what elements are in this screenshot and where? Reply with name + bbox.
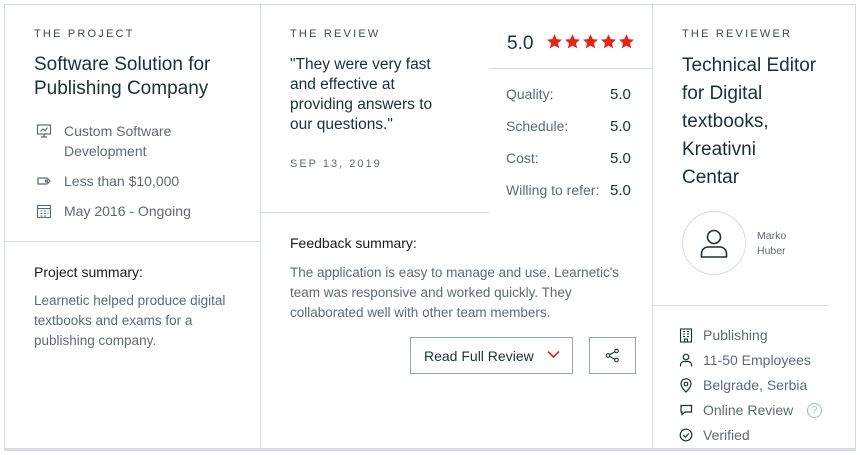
calendar-icon (36, 204, 52, 219)
company-size-text: 11-50 Employees (703, 352, 811, 368)
reviewer-title-line: Technical Editor (682, 55, 817, 76)
summary-line: publishing company. (34, 333, 157, 348)
review-date: SEP 13, 2019 (290, 158, 382, 170)
share-icon (605, 348, 619, 363)
review-type-text: Online Review (703, 402, 794, 418)
quote-line: providing answers to (290, 96, 433, 113)
project-summary-label: Project summary: (34, 264, 143, 280)
industry-text: Publishing (703, 327, 768, 343)
review-card: THE PROJECT Software Solution for Publis… (4, 4, 856, 451)
reviewer-first-name: Marko (757, 230, 787, 242)
rating-label: Willing to refer: (506, 182, 600, 198)
price-tag-icon (37, 177, 51, 185)
quote-line: our questions." (290, 116, 393, 133)
share-button[interactable] (589, 337, 636, 374)
quote-line: "They were very fast (290, 56, 431, 73)
feedback-line: team was responsive and worked quickly. … (290, 285, 572, 300)
avatar (682, 211, 746, 275)
reviewer-review-type: Online Review ? (679, 402, 823, 418)
service-line: Development (64, 143, 147, 159)
user-icon (700, 229, 728, 258)
project-summary: Learnetic helped produce digital textboo… (34, 291, 225, 351)
project-timeline: May 2016 - Ongoing (36, 201, 191, 221)
presentation-board-icon (36, 124, 52, 138)
divider-project-summary (5, 241, 260, 242)
project-title-line: Publishing Company (34, 78, 209, 99)
project-kicker: THE PROJECT (34, 28, 135, 40)
person-icon (679, 353, 693, 367)
reviewer-title-line: Centar (682, 167, 740, 188)
rating-label: Cost: (506, 150, 539, 166)
reviewer-kicker: THE REVIEWER (682, 28, 793, 40)
overall-score: 5.0 (507, 33, 534, 54)
building-icon (679, 327, 693, 343)
quote-line: and effective at (290, 76, 395, 93)
reviewer-verification: Verified (679, 427, 750, 443)
rating-value: 5.0 (610, 118, 631, 135)
read-full-review-label: Read Full Review (424, 347, 534, 364)
project-service: Custom Software Development (36, 121, 171, 161)
help-icon[interactable]: ? (807, 402, 823, 418)
star-icon (583, 34, 598, 49)
feedback-line: The application is easy to manage and us… (290, 265, 620, 280)
rating-value: 5.0 (610, 182, 631, 199)
chat-bubble-icon (680, 404, 693, 416)
star-icon (547, 34, 562, 49)
divider-reviewer-info (653, 305, 828, 306)
timeline-text: May 2016 - Ongoing (64, 203, 191, 219)
project-title: Software Solution for Publishing Company (34, 53, 210, 101)
summary-line: Learnetic helped produce digital (34, 293, 226, 308)
project-budget: Less than $10,000 (36, 171, 179, 191)
reviewer-company-size: 11-50 Employees (679, 352, 811, 368)
review-quote: "They were very fast and effective at pr… (290, 55, 432, 135)
verification-text: Verified (703, 427, 750, 443)
summary-line: textbooks and exams for a (34, 313, 193, 328)
divider-review-quote (261, 212, 489, 213)
chevron-down-icon (547, 350, 560, 359)
rating-value: 5.0 (610, 86, 631, 103)
project-title-line: Software Solution for (34, 54, 211, 75)
star-icon (619, 34, 634, 49)
reviewer-title-line: textbooks, (682, 111, 769, 132)
budget-text: Less than $10,000 (64, 173, 180, 189)
divider-rating (489, 68, 652, 69)
star-icon (601, 34, 616, 49)
reviewer-title-line: Kreativni (682, 139, 756, 160)
reviewer-industry: Publishing (679, 327, 768, 343)
review-kicker: THE REVIEW (290, 28, 381, 40)
rating-label: Schedule: (506, 118, 569, 134)
star-rating (546, 33, 635, 50)
rating-label: Quality: (506, 86, 554, 102)
star-icon (565, 34, 580, 49)
reviewer-location: Belgrade, Serbia (679, 377, 807, 393)
feedback-summary: The application is easy to manage and us… (290, 263, 619, 323)
rating-value: 5.0 (610, 150, 631, 167)
divider-project (260, 5, 261, 448)
feedback-summary-label: Feedback summary: (290, 235, 417, 251)
reviewer-last-name: Huber (757, 245, 786, 257)
service-line: Custom Software (64, 123, 172, 139)
location-text: Belgrade, Serbia (703, 377, 808, 393)
read-full-review-button[interactable]: Read Full Review (410, 337, 573, 374)
location-pin-icon (680, 377, 692, 393)
feedback-line: collaborated well with other team member… (290, 305, 551, 320)
check-circle-icon (679, 428, 693, 442)
reviewer-title-line: for Digital (682, 83, 763, 104)
divider-reviewer (652, 5, 653, 448)
reviewer-title: Technical Editor for Digital textbooks, … (682, 52, 816, 192)
reviewer-name: Marko Huber (757, 229, 786, 259)
